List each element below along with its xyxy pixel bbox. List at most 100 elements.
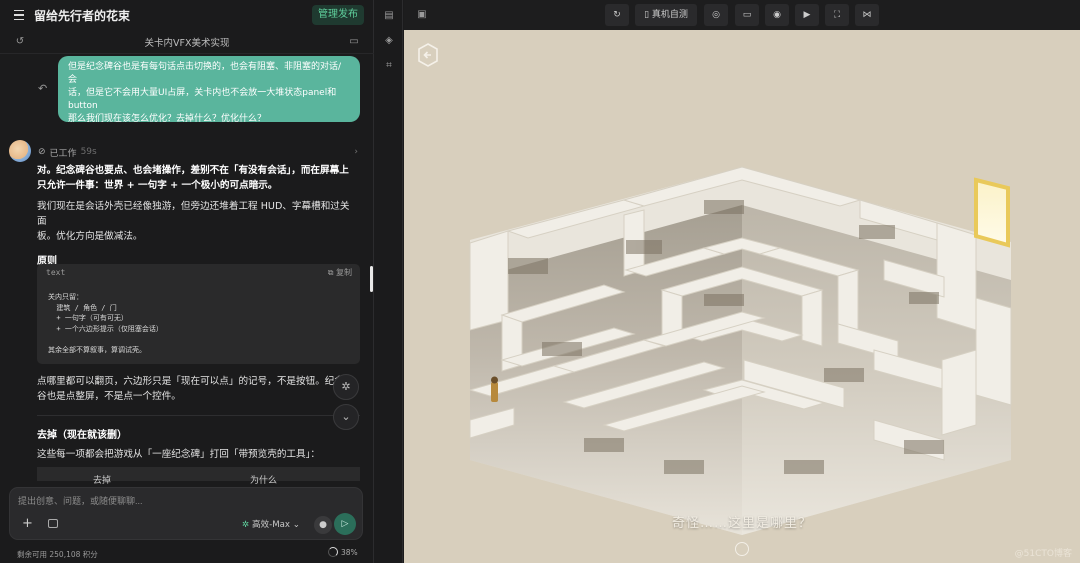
share-icon[interactable]: ⋈ xyxy=(855,4,879,26)
divider xyxy=(37,415,360,416)
retry-icon[interactable]: ↶ xyxy=(38,82,47,95)
progress-indicator: 38% xyxy=(328,547,358,557)
walkway xyxy=(941,349,977,436)
progress-label: 38% xyxy=(341,547,358,557)
publish-button[interactable]: 管理发布 xyxy=(312,5,364,25)
session-bar: ↺ 关卡内VFX美术实现 ▭ xyxy=(0,30,374,54)
reply-text: 只允许一件事：世界 + 一句字 + 一个极小的可点暗示。 xyxy=(37,180,278,191)
code-line: 建筑 / 角色 / 门 xyxy=(48,303,117,312)
work-duration: 59s xyxy=(80,147,97,157)
top-bar: 留给先行者的花束 管理发布 xyxy=(0,0,374,30)
work-status-row[interactable]: ⊘ 已工作 59s › xyxy=(38,146,358,159)
work-status: 已工作 xyxy=(49,148,77,159)
eye-off-icon[interactable]: ◎ xyxy=(704,4,728,26)
reply-paragraph: 对。纪念碑谷也要点、也会堵操作，差别不在「有没有会话」，而在屏幕上 只允许一件事… xyxy=(37,163,357,193)
model-label: 高效-Max xyxy=(251,520,290,530)
hint-hex-icon[interactable] xyxy=(735,542,749,556)
user-message: 但是纪念碑谷也是有每句话点击切换的，也会有阻塞、非阻塞的对话/会 话，但是它不会… xyxy=(58,56,360,124)
exit-door xyxy=(974,177,1010,248)
watermark: @51CTO博客 xyxy=(1014,549,1072,559)
spark-icon: ✲ xyxy=(242,520,252,530)
copy-label: 复制 xyxy=(336,268,352,277)
send-icon[interactable]: ▷ xyxy=(334,513,356,535)
section-heading: 去掉（现在就该删） xyxy=(37,430,127,441)
app-title: 留给先行者的花束 xyxy=(34,8,131,23)
image-icon[interactable] xyxy=(48,519,58,528)
table-header-cell: 为什么 xyxy=(250,476,278,486)
mic-icon[interactable]: ● xyxy=(314,516,332,534)
reply-paragraph: 点哪里都可以翻页，六边形只是「现在可以点」的记号，不是按钮。纪念碑 谷也是点整屏… xyxy=(37,374,357,404)
reply-text: 点哪里都可以翻页，六边形只是「现在可以点」的记号，不是按钮。纪念碑 xyxy=(37,376,354,387)
reply-text: 屏幕上 xyxy=(320,165,349,176)
player-character xyxy=(491,376,498,402)
assistant-reply: 对。纪念碑谷也要点、也会堵操作，差别不在「有没有会话」，而在屏幕上 只允许一件事… xyxy=(37,163,357,275)
fullscreen-icon[interactable]: ⛶ xyxy=(825,4,849,26)
work-status-icon: ⊘ xyxy=(38,147,46,157)
camera-icon[interactable]: ◉ xyxy=(765,4,789,26)
code-line: 关内只留： xyxy=(48,293,83,301)
code-language: text xyxy=(46,268,66,277)
collapse-icon[interactable]: ▣ xyxy=(416,9,428,21)
table-header: 去掉 为什么 xyxy=(37,467,360,486)
table-header-cell: 去掉 xyxy=(93,476,112,486)
isometric-maze xyxy=(468,166,1012,535)
session-title: 关卡内VFX美术实现 xyxy=(144,37,230,49)
phone-icon: ▯ xyxy=(644,10,652,20)
history-icon[interactable]: ↺ xyxy=(14,36,26,48)
user-message-line: 那么我们现在该怎么优化？去掉什么？优化什么？ xyxy=(68,114,267,124)
wall-shadow xyxy=(584,438,624,452)
wall-shadow xyxy=(664,460,704,474)
chevron-down-icon[interactable]: ⌄ xyxy=(333,404,359,430)
model-select[interactable]: ✲ 高效-Max ⌄ xyxy=(242,518,300,530)
code-line: + 一句字（可有可无） xyxy=(48,314,128,322)
reply-text: 对。纪念碑谷也要点、也会堵操作，差别不在「有没有会话」，而在 xyxy=(37,165,321,176)
code-line: 其余全部不算叙事，算调试壳。 xyxy=(48,345,146,354)
preview-toolbar: ▣ ↻ ▯ 真机自测 ◎ ▭ ◉ ▶ ⛶ ⋈ xyxy=(404,0,1080,30)
screen-icon[interactable]: ▭ xyxy=(735,4,759,26)
user-message-line: 但是纪念碑谷也是有每句话点击切换的，也会有阻塞、非阻塞的对话/会 xyxy=(68,62,342,85)
video-icon[interactable]: ▶ xyxy=(795,4,819,26)
wall-shadow xyxy=(626,240,662,254)
reply-text: 我们现在是会话外壳已经像独游，但旁边还堆着工程 HUD、字幕槽和过关面 xyxy=(37,201,350,227)
code-icon[interactable]: ⌗ xyxy=(383,60,395,72)
chat-icon[interactable]: ▭ xyxy=(348,36,360,48)
refresh-icon[interactable]: ↻ xyxy=(605,4,629,26)
credit-text: 剩余可用 250,108 积分 xyxy=(17,550,98,559)
wall-shadow xyxy=(784,460,824,474)
game-preview[interactable]: 奇怪……这里是哪里？ @51CTO博客 xyxy=(404,30,1080,563)
book-icon[interactable]: ▤ xyxy=(383,10,395,22)
code-block: text ⧉ 复制 关内只留： 建筑 / 角色 / 门 + 一句字（可有可无） … xyxy=(37,264,360,364)
wall-shadow xyxy=(904,440,944,454)
chat-panel: 留给先行者的花束 管理发布 ↺ 关卡内VFX美术实现 ▭ ↶ 但是纪念碑谷也是有… xyxy=(0,0,374,563)
reply-paragraph: 我们现在是会话外壳已经像独游，但旁边还堆着工程 HUD、字幕槽和过关面 板。优化… xyxy=(37,199,357,244)
progress-ring-icon xyxy=(328,547,338,557)
plus-icon[interactable]: + xyxy=(22,516,33,531)
wall-shadow xyxy=(909,292,939,304)
menu-icon[interactable] xyxy=(10,6,28,24)
code-content: 关内只留： 建筑 / 角色 / 门 + 一句字（可有可无） + 一个六边形提示（… xyxy=(48,292,163,355)
walkway xyxy=(801,289,823,347)
prompt-input[interactable] xyxy=(18,494,318,508)
wall-shadow xyxy=(824,368,864,382)
wall-shadow xyxy=(508,258,548,274)
user-message-line: button xyxy=(68,101,98,111)
copy-icon: ⧉ xyxy=(327,268,336,277)
bug-icon[interactable]: ✲ xyxy=(333,374,359,400)
device-test-button[interactable]: ▯ 真机自测 xyxy=(635,4,697,26)
chevron-right-icon[interactable]: › xyxy=(354,147,358,157)
layers-icon[interactable]: ◈ xyxy=(383,35,395,47)
composer: + ✲ 高效-Max ⌄ ● ▷ xyxy=(9,487,363,540)
walkway xyxy=(837,269,859,331)
wall-shadow xyxy=(704,294,744,306)
tool-strip: ▤ ◈ ⌗ xyxy=(375,0,403,563)
scrollbar[interactable] xyxy=(370,266,373,292)
walkway xyxy=(975,297,1012,406)
user-message-line: 话，但是它不会用大量UI占屏，关卡内也不会放一大堆状态panel和 xyxy=(68,88,337,98)
back-hex-icon[interactable] xyxy=(417,43,439,67)
wall-shadow xyxy=(859,225,895,239)
code-line: + 一个六边形提示（仅阻塞会话） xyxy=(48,324,163,333)
copy-button[interactable]: ⧉ 复制 xyxy=(328,267,352,278)
device-test-label: 真机自测 xyxy=(651,10,688,20)
reply-text: 这些每一项都会把游戏从「一座纪念碑」打回「带预览壳的工具」： xyxy=(37,449,321,460)
dialogue-caption: 奇怪……这里是哪里？ xyxy=(671,516,812,531)
